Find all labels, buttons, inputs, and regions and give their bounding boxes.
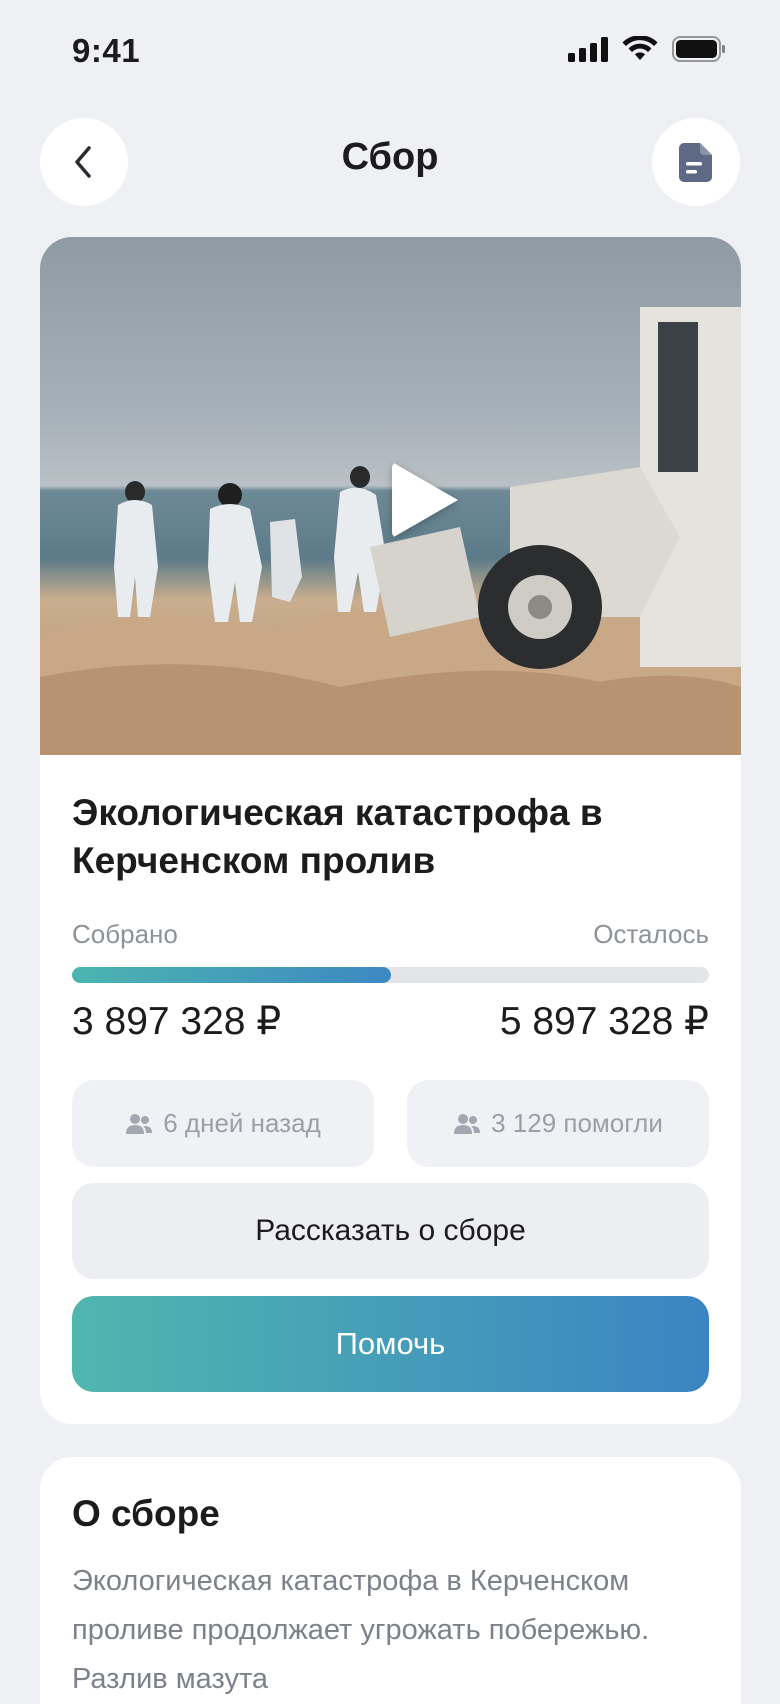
help-button[interactable]: Помочь <box>72 1296 709 1392</box>
fundraiser-title: Экологическая катастрофа в Керченском пр… <box>72 792 603 881</box>
remaining-amount: 5 897 328 ₽ <box>499 1000 709 1043</box>
users-icon <box>454 1113 481 1134</box>
share-fundraiser-button[interactable]: Рассказать о сборе <box>72 1183 709 1279</box>
fundraiser-card: Экологическая катастрофа в Керченском пр… <box>40 237 741 1424</box>
document-button[interactable] <box>652 118 740 206</box>
about-title: О сборе <box>72 1493 220 1534</box>
header: Сбор <box>0 118 780 206</box>
status-icons <box>568 36 726 62</box>
progress-bar <box>72 967 709 983</box>
video-thumbnail-image <box>40 307 741 755</box>
about-card: О сборе Экологическая катастрофа в Керче… <box>40 1457 741 1704</box>
battery-icon <box>672 36 726 62</box>
created-ago-text: 6 дней назад <box>163 1108 321 1138</box>
collected-amount: 3 897 328 ₽ <box>72 1000 282 1043</box>
about-text: Экологическая катастрофа в Керченском пр… <box>72 1565 650 1695</box>
wifi-icon <box>622 36 658 62</box>
progress-bar-fill <box>72 967 391 983</box>
cellular-signal-icon <box>568 36 608 62</box>
created-ago-chip: 6 дней назад <box>72 1080 374 1167</box>
document-icon <box>679 143 712 182</box>
status-time: 9:41 <box>72 32 141 69</box>
play-icon[interactable] <box>392 462 458 538</box>
remaining-label: Осталось <box>593 919 709 949</box>
users-icon <box>126 1113 153 1134</box>
collected-label: Собрано <box>72 919 178 949</box>
video-preview[interactable] <box>40 237 741 755</box>
helpers-count-chip: 3 129 помогли <box>407 1080 709 1167</box>
helpers-count-text: 3 129 помогли <box>491 1108 663 1138</box>
status-bar: 9:41 <box>0 0 780 104</box>
